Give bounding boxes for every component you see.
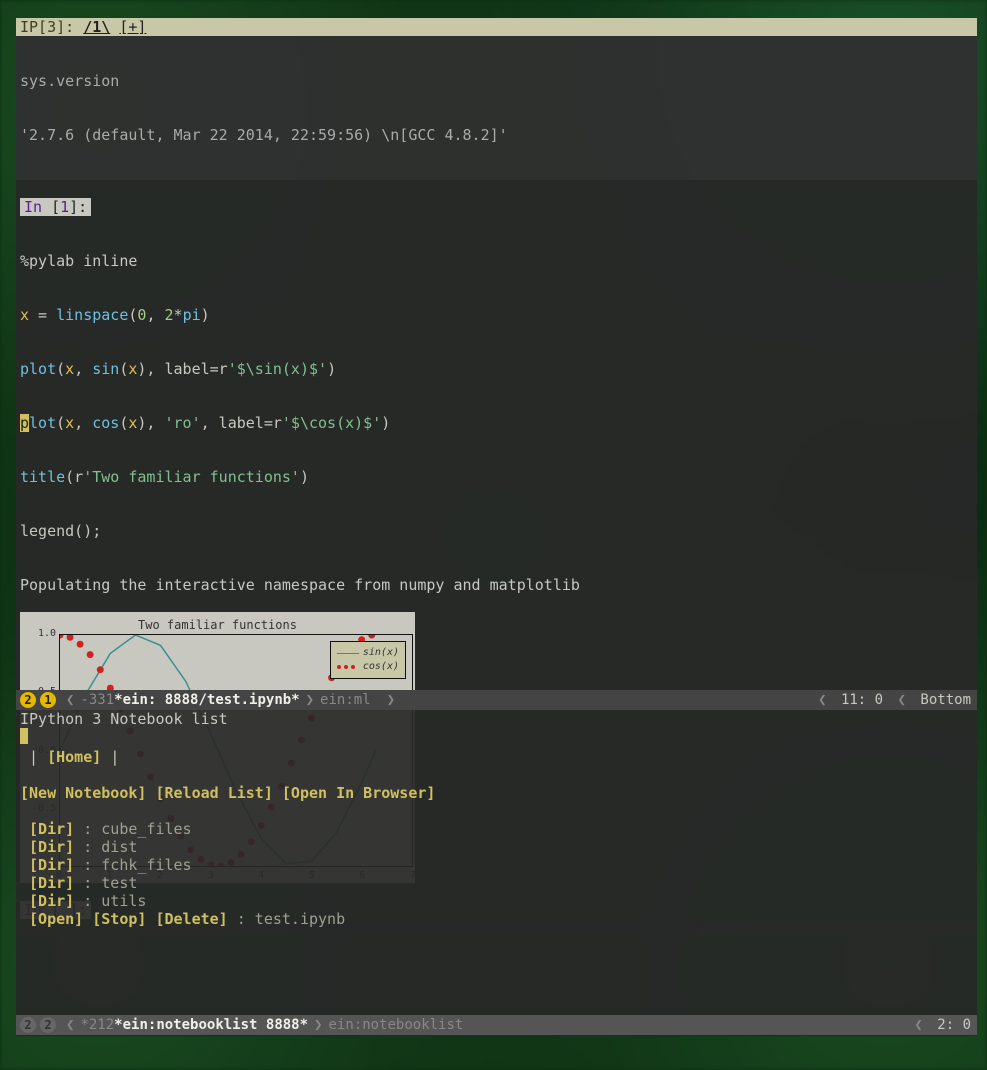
legend: sin(x) cos(x) (330, 641, 406, 679)
ml-mode: ein:notebooklist (328, 1015, 463, 1035)
open-in-browser-button[interactable]: [Open In Browser] (282, 784, 436, 802)
legend-entry-sin: sin(x) (337, 646, 399, 660)
breadcrumb: | [Home] | (16, 748, 977, 766)
item-actions[interactable]: [Dir] (29, 874, 74, 892)
ml-line-count: 212 (89, 1015, 114, 1035)
list-item: [Open] [Stop] [Delete] : test.ipynb (16, 910, 977, 928)
ml-buffer-name: *ein: 8888/test.ipynb* (114, 690, 299, 710)
code-line: legend(); (20, 522, 977, 540)
ml-position: 2: 0 (937, 1017, 971, 1033)
item-actions[interactable]: [Dir] (29, 838, 74, 856)
code-line: title(r'Two familiar functions') (20, 468, 977, 486)
badge-icon: 2 (20, 692, 36, 708)
blank (16, 180, 977, 198)
header-line: IP[3]: /1\ [+] (16, 18, 977, 36)
tab-active[interactable]: /1\ (83, 18, 110, 36)
list-item: [Dir] : dist (16, 838, 977, 856)
new-notebook-button[interactable]: [New Notebook] (20, 784, 146, 802)
out-line: sys.version (20, 72, 977, 90)
ml-dash: - (80, 690, 88, 710)
plot-title: Two familiar functions (20, 618, 415, 632)
tab-add[interactable]: [+] (119, 18, 146, 36)
cursor: p (20, 414, 29, 432)
ytick: 1.0 (24, 628, 56, 639)
blank (16, 802, 977, 820)
notebooklist-buffer[interactable]: IPython 3 Notebook list | [Home] | [New … (16, 710, 977, 1036)
ml-star: * (80, 1015, 88, 1035)
modeline-bottom: 2 2 ❮ * 212 *ein:notebooklist 8888* ❯ ei… (16, 1015, 977, 1035)
list-item: [Dir] : test (16, 874, 977, 892)
legend-entry-cos: cos(x) (337, 660, 399, 674)
blank (16, 766, 977, 784)
code-line: plot(x, cos(x), 'ro', label=r'$\cos(x)$'… (20, 414, 977, 432)
badge-icon: 2 (40, 1017, 56, 1033)
line-icon (337, 653, 359, 654)
cell-prompt-1: In [1]: (16, 198, 977, 216)
reload-list-button[interactable]: [Reload List] (155, 784, 272, 802)
cursor (20, 728, 28, 744)
code-line: %pylab inline (20, 252, 977, 270)
output-block-0: sys.version '2.7.6 (default, Mar 22 2014… (16, 36, 977, 180)
ml-buffer-name: *ein:notebooklist 8888* (114, 1015, 308, 1035)
badge-icon: 1 (40, 692, 56, 708)
blank (16, 594, 977, 608)
code-line: plot(x, sin(x), label=r'$\sin(x)$') (20, 360, 977, 378)
output-text: Populating the interactive namespace fro… (16, 576, 977, 594)
list-item: [Dir] : fchk_files (16, 856, 977, 874)
modeline-top: 2 1 ❮ - 331 *ein: 8888/test.ipynb* ❯ ein… (16, 690, 977, 710)
item-actions[interactable]: [Dir] (29, 856, 74, 874)
notebooklist-title: IPython 3 Notebook list (16, 710, 977, 728)
ml-mode: ein:ml (320, 690, 371, 710)
home-link[interactable]: [Home] (47, 748, 101, 766)
dots-icon (337, 665, 359, 669)
ml-position: 11: 0 (841, 692, 883, 708)
action-row: [New Notebook] [Reload List] [Open In Br… (16, 784, 977, 802)
item-actions[interactable]: [Dir] (29, 892, 74, 910)
badge-icon: 2 (20, 1017, 36, 1033)
list-item: [Dir] : utils (16, 892, 977, 910)
notebook-buffer[interactable]: IP[3]: /1\ [+] sys.version '2.7.6 (defau… (16, 18, 977, 690)
header-prefix: IP[3]: (20, 18, 74, 36)
ml-bottom: Bottom (920, 692, 971, 708)
list-item: [Dir] : cube_files (16, 820, 977, 838)
item-actions[interactable]: [Open] [Stop] [Delete] (29, 910, 228, 928)
out-line: '2.7.6 (default, Mar 22 2014, 22:59:56) … (20, 126, 977, 144)
item-actions[interactable]: [Dir] (29, 820, 74, 838)
ml-line-count: 331 (89, 690, 114, 710)
code-line: x = linspace(0, 2*pi) (20, 306, 977, 324)
code-cell-1[interactable]: %pylab inline x = linspace(0, 2*pi) plot… (16, 216, 977, 576)
